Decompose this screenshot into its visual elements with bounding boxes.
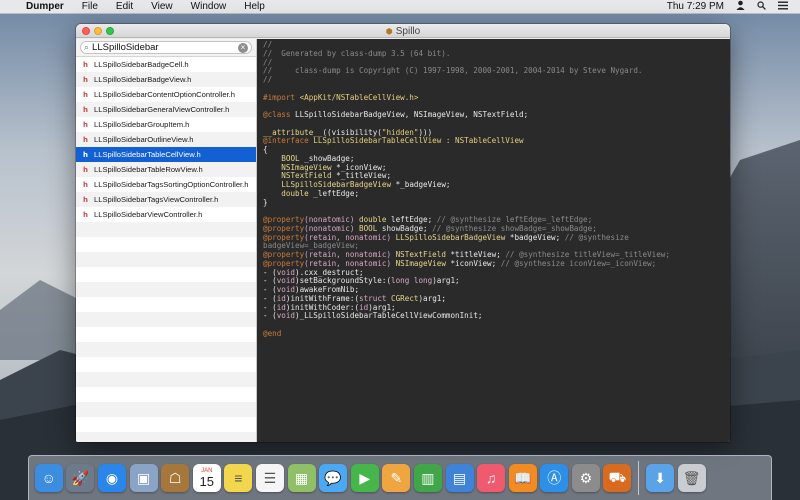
file-list-item[interactable]: h LLSpilloSidebarViewController.h (76, 207, 256, 222)
clear-search-icon[interactable]: × (238, 42, 248, 53)
itunes-icon[interactable]: ♫ (477, 464, 506, 492)
menu-edit[interactable]: Edit (107, 1, 142, 12)
header-file-icon: h (83, 135, 88, 144)
code-end-line: @end (263, 328, 282, 338)
file-list-item[interactable]: h LLSpilloSidebarGeneralViewController.h (76, 102, 256, 117)
user-icon[interactable] (730, 0, 751, 13)
file-list-item-label: LLSpilloSidebarTagsViewController.h (94, 195, 219, 204)
menu-view[interactable]: View (142, 1, 182, 12)
notes-icon[interactable]: ≡ (224, 464, 253, 492)
file-list-item-label: LLSpilloSidebarTableCellView.h (94, 150, 201, 159)
file-list-item-label: LLSpilloSidebarContentOptionController.h (94, 90, 235, 99)
ibooks-icon[interactable]: 📖 (508, 464, 537, 492)
header-file-icon: h (83, 180, 88, 189)
clock[interactable]: Thu 7:29 PM (661, 1, 730, 12)
minimize-button[interactable] (94, 26, 102, 35)
header-file-icon: h (83, 150, 88, 159)
code-brace: } (263, 197, 268, 207)
file-list-item[interactable]: h LLSpilloSidebarContentOptionController.… (76, 87, 256, 102)
spotlight-search-icon[interactable] (751, 0, 772, 13)
file-list-item[interactable]: h LLSpilloSidebarTagsSortingOptionControl… (76, 177, 256, 192)
code-interface-line: @interface LLSpilloSidebarTableCellView … (263, 136, 524, 146)
file-list-item[interactable]: h LLSpilloSidebarBadgeView.h (76, 72, 256, 87)
safari-icon[interactable]: ◉ (97, 464, 126, 492)
header-file-icon: h (83, 120, 88, 129)
code-view[interactable]: // // Generated by class-dump 3.5 (64 bi… (257, 39, 730, 442)
file-list-item-label: LLSpilloSidebarBadgeView.h (94, 75, 192, 84)
file-list-item-label: LLSpilloSidebarGroupItem.h (94, 120, 190, 129)
header-file-icon: h (83, 75, 88, 84)
pages-icon[interactable]: ✎ (382, 464, 411, 492)
main-window: ⬢ Spillo ⌕ LLSpilloSidebar × h LLSpilloSi… (76, 24, 730, 442)
messages-icon[interactable]: 💬 (319, 464, 348, 492)
menu-bar: Dumper File Edit View Window Help Thu 7:… (0, 0, 800, 14)
header-file-icon: h (83, 210, 88, 219)
file-list-item-label: LLSpilloSidebarOutlineView.h (94, 135, 194, 144)
file-list: h LLSpilloSidebarBadgeCell.h h LLSpilloSide… (76, 57, 256, 222)
menu-app-dumper[interactable]: Dumper (20, 1, 73, 12)
header-file-icon: h (83, 90, 88, 99)
file-list-item-label: LLSpilloSidebarBadgeCell.h (94, 60, 189, 69)
trash-icon[interactable]: 🗑 (677, 464, 706, 492)
calendar-day: 15 (199, 473, 214, 489)
close-button[interactable] (82, 26, 90, 35)
file-list-item[interactable]: h LLSpilloSidebarGroupItem.h (76, 117, 256, 132)
dock: ☺ 🚀 ◉ ▣ ☖ JAN 15 ≡ ☰ ▦ 💬 ▶ ✎ ▥ ▤ ♫ 📖 Ⓐ ⚙ ⛟ ⬇ 🗑 (28, 455, 772, 500)
preview-icon[interactable]: ▣ (129, 464, 158, 492)
notification-center-icon[interactable] (772, 1, 794, 13)
search-input-value: LLSpilloSidebar (92, 42, 159, 53)
contacts-icon[interactable]: ☖ (161, 464, 190, 492)
file-sidebar: ⌕ LLSpilloSidebar × h LLSpilloSidebarBadg… (76, 39, 257, 442)
keynote-icon[interactable]: ▤ (445, 464, 474, 492)
app-store-icon[interactable]: Ⓐ (540, 464, 569, 492)
header-file-icon: h (83, 105, 88, 114)
file-list-item-label: LLSpilloSidebarGeneralViewController.h (94, 105, 230, 114)
code-comment: // class-dump is Copyright (C) 1997-1998… (263, 66, 643, 76)
header-file-icon: h (83, 60, 88, 69)
menu-file[interactable]: File (73, 1, 107, 12)
file-list-item-label: LLSpilloSidebarTableRowView.h (94, 165, 203, 174)
code-class-line: @class LLSpilloSidebarBadgeView, NSImage… (263, 110, 529, 119)
numbers-icon[interactable]: ▥ (413, 464, 442, 492)
file-list-item-label: LLSpilloSidebarTagsSortingOptionControll… (94, 180, 249, 189)
file-list-item[interactable]: h LLSpilloSidebarTableRowView.h (76, 162, 256, 177)
search-input[interactable]: ⌕ LLSpilloSidebar × (80, 41, 252, 54)
title-bar[interactable] (76, 24, 730, 38)
code-ivar-line: double _leftEdge; (281, 188, 360, 198)
finder-icon[interactable]: ☺ (34, 464, 63, 492)
file-list-item[interactable]: h LLSpilloSidebarOutlineView.h (76, 132, 256, 147)
launchpad-icon[interactable]: 🚀 (66, 464, 95, 492)
file-list-item[interactable]: h LLSpilloSidebarTagsViewController.h (76, 192, 256, 207)
menu-window[interactable]: Window (182, 1, 236, 12)
zoom-button[interactable] (106, 26, 114, 35)
code-comment: // Generated by class-dump 3.5 (64 bit). (263, 48, 451, 58)
system-preferences-icon[interactable]: ⚙ (571, 464, 600, 492)
header-file-icon: h (83, 195, 88, 204)
search-icon: ⌕ (84, 42, 90, 52)
calendar-icon[interactable]: JAN 15 (192, 464, 221, 492)
code-comment: // (263, 75, 273, 84)
search-bar: ⌕ LLSpilloSidebar × (76, 39, 256, 57)
file-list-item[interactable]: h LLSpilloSidebarBadgeCell.h (76, 57, 256, 72)
file-list-item[interactable]: h LLSpilloSidebarTableCellView.h (76, 147, 256, 162)
facetime-icon[interactable]: ▶ (350, 464, 379, 492)
menu-help[interactable]: Help (235, 1, 274, 12)
photo-booth-icon[interactable]: ▦ (287, 464, 316, 492)
header-file-icon: h (83, 165, 88, 174)
file-list-item-label: LLSpilloSidebarViewController.h (94, 210, 203, 219)
downloads-folder-icon[interactable]: ⬇ (646, 464, 675, 492)
reminders-icon[interactable]: ☰ (255, 464, 284, 492)
dumper-icon[interactable]: ⛟ (603, 464, 632, 492)
code-import-line: #import <AppKit/NSTableCellView.h> (263, 92, 419, 102)
code-method-line: - (void)_LLSpilloSidebarTableCellViewCom… (263, 311, 483, 321)
empty-list-rows (76, 222, 256, 442)
dock-separator (638, 461, 640, 495)
